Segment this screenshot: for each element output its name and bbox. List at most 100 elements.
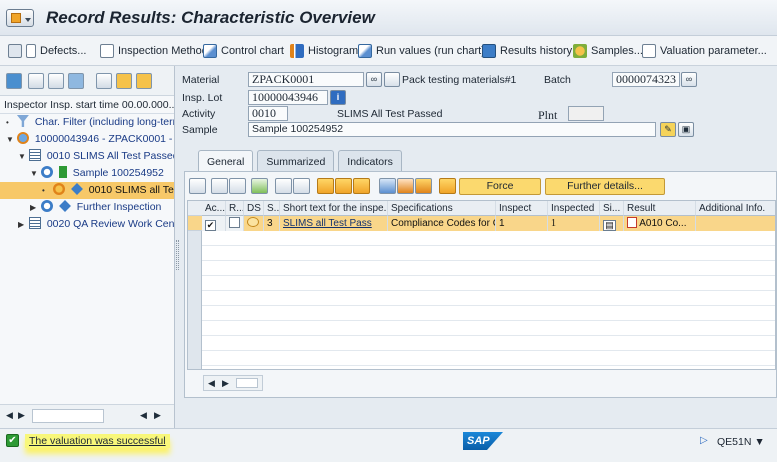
table-row[interactable]: ✔ 3 SLIMS all Test Pass Compliance Codes…	[202, 216, 775, 231]
tree-item-operation-0010[interactable]: ▼ 0010 SLIMS All Test Passed \	[0, 148, 174, 165]
transaction-code[interactable]: QE51N ▼	[717, 436, 765, 448]
col-header-ds[interactable]: DS	[244, 201, 264, 216]
sample-label: Sample	[182, 124, 218, 136]
ac-checkbox[interactable]: ✔	[205, 220, 216, 231]
print-icon[interactable]	[379, 178, 396, 194]
cell-ac[interactable]: ✔	[202, 216, 226, 231]
new-entry-icon[interactable]	[251, 178, 268, 194]
scroll-left-icon[interactable]: ◀	[6, 410, 13, 421]
unlock-icon[interactable]	[353, 178, 370, 194]
histogram-button[interactable]: Histogram	[290, 42, 358, 60]
col-header-r[interactable]: R...	[226, 201, 244, 216]
activity-field[interactable]: 0010	[248, 106, 288, 121]
tree-item-char-filter[interactable]: • Char. Filter (including long-term	[0, 114, 174, 131]
empty-row	[202, 246, 775, 261]
cell-r[interactable]	[226, 216, 244, 231]
export-icon[interactable]	[397, 178, 414, 194]
layout-icon[interactable]	[415, 178, 432, 194]
glasses-icon[interactable]: ∞	[366, 72, 382, 87]
filter-icon[interactable]	[96, 73, 112, 89]
col-header-inspected[interactable]: Inspected	[548, 201, 600, 216]
collapse-icon[interactable]	[48, 73, 64, 89]
col-header-short-text[interactable]: Short text for the inspe...	[280, 201, 388, 216]
results-history-button[interactable]: Results history	[482, 42, 572, 60]
tree-item-sample[interactable]: ▼ Sample 100254952	[0, 165, 174, 182]
display-icon[interactable]: ▣	[678, 122, 694, 137]
col-header-si[interactable]: Si...	[600, 201, 624, 216]
row-selector-column	[188, 201, 202, 369]
panel-splitter[interactable]	[176, 240, 179, 270]
cell-additional-info[interactable]	[696, 216, 775, 231]
list-icon[interactable]: ▤	[603, 220, 616, 231]
chevron-down-icon[interactable]: ▼	[754, 436, 764, 448]
defects-button[interactable]: Defects...	[8, 42, 86, 60]
insp-lot-field[interactable]: 10000043946	[248, 90, 328, 105]
status-bar: ✔ The valuation was successful SAP ▷ QE5…	[0, 428, 777, 462]
system-info-toggle-icon[interactable]: ▷	[700, 435, 708, 446]
characteristic-icon	[52, 183, 65, 195]
plant-field[interactable]	[568, 106, 604, 121]
refresh-icon[interactable]	[68, 73, 84, 89]
filter-icon[interactable]	[317, 178, 334, 194]
header-selector[interactable]	[188, 201, 202, 216]
col-header-result[interactable]: Result	[624, 201, 696, 216]
tab-indicators[interactable]: Indicators	[338, 150, 402, 172]
control-chart-button[interactable]: Control chart	[203, 42, 284, 60]
table-horizontal-scrollbar[interactable]: ◀ ▶	[203, 375, 263, 391]
edit-icon[interactable]: ✎	[660, 122, 676, 137]
deselect-all-icon[interactable]	[229, 178, 246, 194]
tree-horizontal-scrollbar[interactable]: ◀ ▶ ◀ ▶	[0, 404, 174, 428]
cell-inspected[interactable]: 1	[548, 216, 600, 231]
status-message[interactable]: The valuation was successful	[25, 434, 170, 448]
col-header-ac[interactable]: Ac...	[202, 201, 226, 216]
tree-view-icon[interactable]	[6, 73, 22, 89]
tree-item-inspection-lot[interactable]: ▼ 10000043946 - ZPACK0001 - (	[0, 131, 174, 148]
material-field[interactable]: ZPACK0001	[248, 72, 364, 87]
tree-item-characteristic-selected[interactable]: • 0010 SLIMS all Test	[0, 182, 174, 199]
cell-short-text[interactable]: SLIMS all Test Pass	[280, 216, 388, 231]
scroll-right-icon-2[interactable]: ▶	[154, 410, 161, 421]
col-header-additional-info[interactable]: Additional Info.	[696, 201, 775, 216]
scroll-left-icon-2[interactable]: ◀	[140, 410, 147, 421]
tab-general[interactable]: General	[198, 150, 254, 172]
scroll-thumb[interactable]	[32, 409, 104, 423]
inspection-method-button[interactable]: Inspection Method	[100, 42, 208, 60]
row-selector[interactable]	[188, 216, 202, 231]
expand-icon[interactable]	[28, 73, 44, 89]
glasses-icon[interactable]: ∞	[681, 72, 697, 87]
cell-result[interactable]: A010 Co...	[624, 216, 696, 231]
padlock-icon[interactable]	[439, 178, 456, 194]
run-values-button[interactable]: Run values (run chart)	[358, 42, 485, 60]
col-header-s[interactable]: S..	[264, 201, 280, 216]
samples-button[interactable]: Samples...	[573, 42, 643, 60]
info-icon[interactable]: i	[330, 90, 346, 105]
main-content: Material ZPACK0001 ∞ Pack testing materi…	[180, 66, 777, 428]
valuation-parameter-button[interactable]: Valuation parameter...	[642, 42, 767, 60]
tree-item-operation-0020[interactable]: ▶ 0020 QA Review Work Cente	[0, 216, 174, 233]
r-checkbox[interactable]	[229, 217, 240, 228]
select-all-icon[interactable]	[211, 178, 228, 194]
scroll-right-icon[interactable]: ▶	[222, 378, 229, 389]
menu-icon[interactable]	[6, 9, 34, 27]
details-icon[interactable]	[189, 178, 206, 194]
col-header-specifications[interactable]: Specifications	[388, 201, 496, 216]
layout-icon[interactable]	[116, 73, 132, 89]
grid-layout-icon[interactable]	[136, 73, 152, 89]
force-button[interactable]: Force	[459, 178, 541, 195]
chart-line-icon	[203, 44, 217, 58]
sample-field[interactable]: Sample 100254952	[248, 122, 656, 137]
document-icon[interactable]	[627, 217, 637, 228]
scroll-thumb[interactable]	[236, 378, 258, 388]
sort-descending-icon[interactable]	[293, 178, 310, 194]
further-details-button[interactable]: Further details...	[545, 178, 665, 195]
col-header-inspect[interactable]: Inspect	[496, 201, 548, 216]
document-icon[interactable]	[384, 72, 400, 87]
lock-icon[interactable]	[335, 178, 352, 194]
scroll-right-icon[interactable]: ▶	[18, 410, 25, 421]
tree-item-further-inspection[interactable]: ▶ Further Inspection	[0, 199, 174, 216]
scroll-left-icon[interactable]: ◀	[208, 378, 215, 389]
tab-summarized[interactable]: Summarized	[257, 150, 335, 172]
cell-si[interactable]: ▤	[600, 216, 624, 231]
sort-ascending-icon[interactable]	[275, 178, 292, 194]
batch-field[interactable]: 0000074323	[612, 72, 680, 87]
